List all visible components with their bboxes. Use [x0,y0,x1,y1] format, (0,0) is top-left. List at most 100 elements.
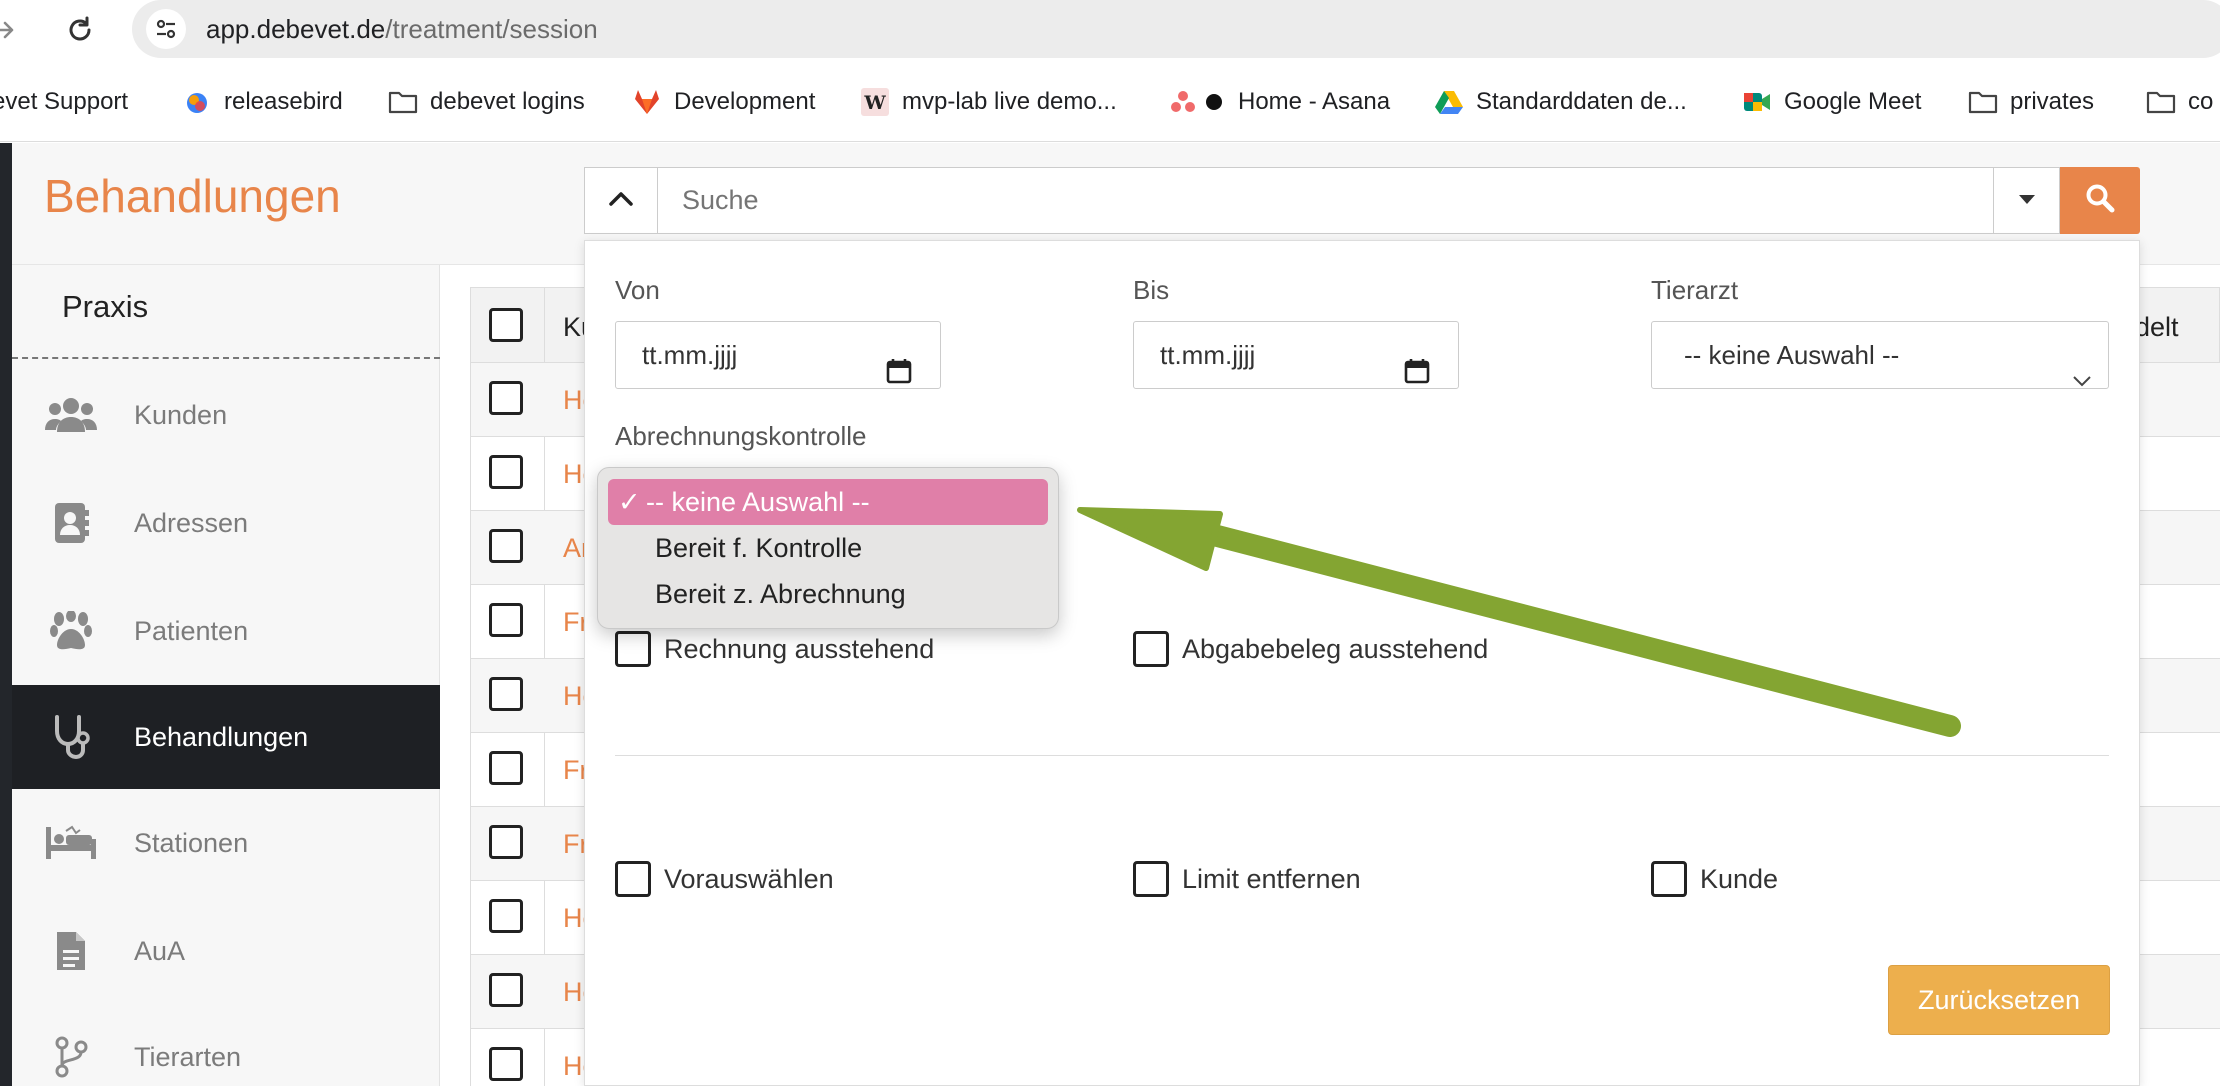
sidebar-section-praxis[interactable]: Praxis [62,289,148,325]
dropdown-option-kontrolle[interactable]: Bereit f. Kontrolle [608,525,1048,571]
asana-icon [1170,87,1226,117]
sidebar-item-kunden[interactable]: Kunden [12,363,440,467]
search-button[interactable] [2060,167,2140,234]
sidebar-item-label: Kunden [134,399,228,430]
row-checkbox[interactable] [489,455,523,489]
checkbox-box[interactable] [1651,861,1687,897]
url-text: app.debevet.de/treatment/session [206,14,598,44]
bookmark-google-meet[interactable]: Google Meet [1742,86,1921,118]
file-icon [44,924,98,978]
releasebird-icon [182,87,212,117]
bookmark-asana[interactable]: Home - Asana [1170,86,1390,118]
checkbox-box[interactable] [615,861,651,897]
limit-entfernen-checkbox[interactable]: Limit entfernen [1133,861,1361,897]
sidebar-item-label: Patienten [134,615,249,646]
bookmark-debevet-logins[interactable]: debevet logins [388,86,585,118]
bookmark-development[interactable]: Development [632,86,815,118]
left-strip [0,143,12,1086]
search-icon [2085,183,2115,218]
sidebar-item-label: Adressen [134,507,249,538]
tierarzt-label: Tierarzt [1651,275,1739,305]
dropdown-option-abrechnung[interactable]: Bereit z. Abrechnung [608,571,1048,617]
checkbox-label: Vorauswählen [664,863,834,894]
row-checkbox[interactable] [489,603,523,637]
bookmarks-bar: evet Support releasebird debevet logins … [0,62,2220,142]
sidebar-item-patienten[interactable]: Patienten [12,579,440,683]
bis-placeholder: tt.mm.jjjj [1160,340,1256,370]
sidebar-item-label: Tierarten [134,1041,242,1072]
select-all-checkbox[interactable] [489,308,523,342]
bookmark-standarddaten[interactable]: Standarddaten de... [1434,86,1687,118]
checkbox-label: Limit entfernen [1182,863,1361,894]
bookmark-support[interactable]: evet Support [0,86,128,118]
reset-button[interactable]: Zurücksetzen [1888,965,2110,1035]
checkbox-label: Rechnung ausstehend [664,633,935,664]
row-checkbox[interactable] [489,899,523,933]
dropdown-option-none[interactable]: ✓ -- keine Auswahl -- [608,479,1048,525]
row-checkbox[interactable] [489,529,523,563]
sidebar-item-stationen[interactable]: Stationen [12,791,440,895]
panel-divider [615,755,2109,756]
sidebar-item-tierarten[interactable]: Tierarten [12,1005,440,1086]
kunde-checkbox[interactable]: Kunde [1651,861,1778,897]
bookmark-mvp-lab[interactable]: W mvp-lab live demo... [860,86,1117,118]
tierarzt-value: -- keine Auswahl -- [1684,340,1900,370]
calendar-icon[interactable] [886,342,912,408]
drive-icon [1434,87,1464,117]
address-bar[interactable]: app.debevet.de/treatment/session [132,0,2220,58]
abrechnung-dropdown-menu: ✓ -- keine Auswahl -- Bereit f. Kontrolle… [597,467,1059,629]
von-placeholder: tt.mm.jjjj [642,340,738,370]
bis-date-input[interactable]: tt.mm.jjjj [1133,321,1459,389]
search-options-dropdown[interactable] [1994,167,2060,234]
von-date-input[interactable]: tt.mm.jjjj [615,321,941,389]
bookmark-releasebird[interactable]: releasebird [182,86,343,118]
forward-icon[interactable] [0,8,26,52]
tierarzt-select[interactable]: -- keine Auswahl -- [1651,321,2109,389]
users-icon [44,388,98,442]
search-input[interactable] [658,167,1994,234]
calendar-icon[interactable] [1404,342,1430,408]
page-title: Behandlungen [44,170,341,222]
vorauswaehlen-checkbox[interactable]: Vorauswählen [615,861,834,897]
reload-icon[interactable] [58,8,102,52]
rechnung-ausstehend-checkbox[interactable]: Rechnung ausstehend [615,631,934,667]
folder-icon [1968,87,1998,117]
abrechnung-label: Abrechnungskontrolle [615,421,867,451]
bed-icon [44,816,98,870]
option-label: -- keine Auswahl -- [646,487,870,517]
site-settings-icon[interactable] [146,9,186,49]
folder-icon [388,87,418,117]
sidebar-divider [12,357,440,359]
bis-label: Bis [1133,275,1170,305]
bookmark-co[interactable]: co [2146,86,2213,118]
w-icon: W [860,87,890,117]
meet-icon [1742,87,1772,117]
sidebar-item-aua[interactable]: AuA [12,899,440,1003]
checkbox-box[interactable] [1133,631,1169,667]
sidebar: Praxis Kunden Adressen Patienten Behandl… [12,265,440,1086]
checkbox-box[interactable] [1133,861,1169,897]
row-checkbox[interactable] [489,381,523,415]
checkbox-box[interactable] [615,631,651,667]
sidebar-item-label: Stationen [134,827,249,858]
gitlab-icon [632,87,662,117]
caret-down-icon [2018,192,2036,210]
sidebar-item-behandlungen[interactable]: Behandlungen [12,685,440,789]
row-checkbox[interactable] [489,1047,523,1081]
abgabebeleg-ausstehend-checkbox[interactable]: Abgabebeleg ausstehend [1133,631,1488,667]
address-book-icon [44,496,98,550]
filter-toggle-button[interactable] [584,167,658,234]
branch-icon [44,1030,98,1084]
folder-icon [2146,87,2176,117]
checkbox-label: Kunde [1700,863,1779,894]
sidebar-item-adressen[interactable]: Adressen [12,471,440,575]
row-checkbox[interactable] [489,751,523,785]
row-checkbox[interactable] [489,825,523,859]
table-header-last: delt [2135,312,2179,342]
filter-panel: Von tt.mm.jjjj Bis tt.mm.jjjj Tierarzt -… [584,240,2140,1086]
browser-toolbar: app.debevet.de/treatment/session [0,0,2220,62]
row-checkbox[interactable] [489,677,523,711]
bookmark-privates[interactable]: privates [1968,86,2094,118]
paw-icon [44,604,98,658]
row-checkbox[interactable] [489,973,523,1007]
